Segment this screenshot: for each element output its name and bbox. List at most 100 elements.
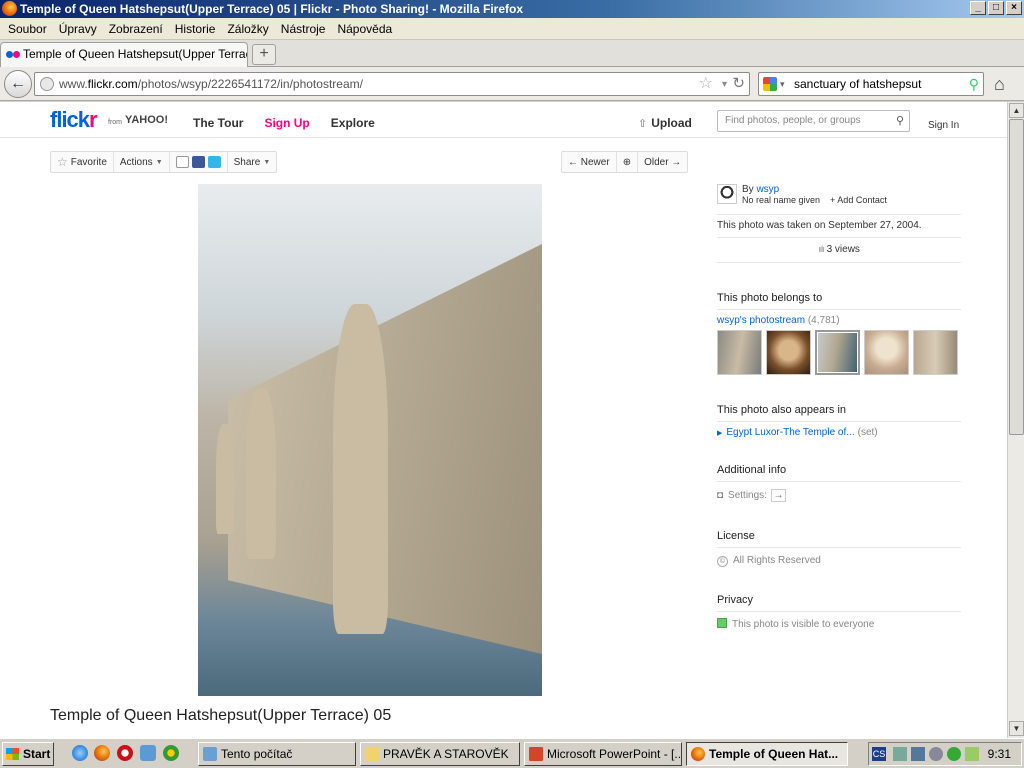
photostream-link[interactable]: wsyp's photostream [717,315,805,326]
owner-by: By wsyp [742,184,779,195]
firefox-quicklaunch-icon[interactable] [94,745,110,761]
avatar[interactable] [717,184,737,204]
url-path: /photos/wsyp/2226541172/in/photostream/ [137,77,363,91]
settings-label: Settings: [728,490,767,501]
divider [717,547,961,548]
tab-flickr-photo[interactable]: Temple of Queen Hatshepsut(Upper Terrace… [0,42,248,67]
reload-icon[interactable]: ↻ [732,74,745,94]
taskbar-my-computer[interactable]: Tento počítač [198,742,356,766]
url-domain: flickr.com [87,77,138,91]
minimize-button[interactable]: _ [970,1,986,15]
vertical-scrollbar[interactable]: ▲ ▼ [1007,102,1024,738]
arrow-right-icon[interactable]: → [770,489,786,502]
scrollbar-thumb[interactable] [1009,119,1024,435]
network-icon[interactable] [893,747,907,761]
photo-title: Temple of Queen Hatshepsut(Upper Terrace… [50,707,392,724]
nav-sign-up[interactable]: Sign Up [264,116,309,130]
photostream-thumbnails [717,330,958,375]
owner-sub: No real name given + Add Contact [742,195,887,205]
system-tray: CS 9:31 [868,742,1022,766]
zoom-icon[interactable]: ⊕ [617,152,639,172]
menu-help[interactable]: Nápověda [331,22,398,36]
flickr-logo[interactable]: flickr from YAHOO! [50,107,168,133]
set-link[interactable]: Egypt Luxor-The Temple of... [726,427,854,438]
window-title-bar: Temple of Queen Hatshepsut(Upper Terrace… [0,0,1024,18]
search-icon[interactable]: ⚲ [969,74,979,94]
flickr-search-input[interactable]: Find photos, people, or groups ⚲ [717,110,910,132]
sign-in-link[interactable]: Sign In [928,120,959,131]
camera-icon: ◘ [717,490,724,501]
url-bar[interactable]: www.flickr.com/photos/wsyp/2226541172/in… [34,72,750,96]
email-icon[interactable] [175,156,189,168]
tab-label: Temple of Queen Hatshepsut(Upper Terrace… [23,47,248,61]
scroll-up-icon[interactable]: ▲ [1009,103,1024,118]
volume-icon[interactable] [929,747,943,761]
ie-icon[interactable] [72,745,88,761]
menu-file[interactable]: Soubor [2,22,53,36]
favorite-button[interactable]: ☆ Favorite [51,152,114,172]
add-contact-link[interactable]: + Add Contact [830,195,887,205]
tray-app-icon[interactable] [911,747,925,761]
thumbnail[interactable] [864,330,909,375]
menu-view[interactable]: Zobrazení [103,22,169,36]
bookmark-star-icon[interactable]: ☆ [699,74,713,94]
taskbar-powerpoint[interactable]: Microsoft PowerPoint - [... [524,742,682,766]
window-controls: _ □ × [970,1,1022,15]
menu-tools[interactable]: Nástroje [275,22,332,36]
thumbnail[interactable] [717,330,762,375]
menu-bookmarks[interactable]: Záložky [221,22,274,36]
taskbar-firefox[interactable]: Temple of Queen Hat... [686,742,848,766]
thumbnail[interactable] [766,330,811,375]
media-player-icon[interactable] [163,745,179,761]
thumbnail[interactable] [913,330,958,375]
battery-icon[interactable] [965,747,979,761]
share-button[interactable]: Share ▼ [228,152,277,172]
newer-button[interactable]: ← Newer [562,152,617,172]
maximize-button[interactable]: □ [988,1,1004,15]
nav-the-tour[interactable]: The Tour [193,116,243,130]
set-label: (set) [857,427,878,438]
taskbar-label: Temple of Queen Hat... [709,747,839,761]
back-button[interactable]: ← [4,70,32,98]
app-icon[interactable] [140,745,156,761]
older-button[interactable]: Older → [638,152,687,172]
scroll-down-icon[interactable]: ▼ [1009,721,1024,736]
upload-label: Upload [651,116,692,130]
start-button[interactable]: Start [2,742,54,766]
flickr-favicon-icon [6,51,20,58]
public-square-icon [717,618,727,628]
language-icon[interactable]: CS [872,747,886,761]
home-icon[interactable]: ⌂ [994,74,1005,94]
flickr-search-icon[interactable]: ⚲ [896,111,904,131]
actions-button[interactable]: Actions ▼ [114,152,170,172]
clock[interactable]: 9:31 [988,743,1011,765]
photo-statue [333,304,388,634]
page-content: flickr from YAHOO! The Tour Sign Up Expl… [0,102,1007,738]
menu-edit[interactable]: Úpravy [53,22,103,36]
status-icon[interactable] [947,747,961,761]
taskbar-folder[interactable]: PRAVĚK A STAROVĚK [360,742,520,766]
search-input[interactable]: sanctuary of hatshepsut [794,73,921,95]
close-button[interactable]: × [1006,1,1022,15]
url-dropdown-icon[interactable]: ▾ [722,75,727,95]
browser-search-bar[interactable]: ▾ sanctuary of hatshepsut ⚲ [758,72,984,96]
google-icon[interactable] [763,77,777,91]
menu-history[interactable]: Historie [169,22,222,36]
owner-link[interactable]: wsyp [756,184,779,195]
expand-triangle-icon[interactable]: ▶ [717,430,722,437]
star-icon: ☆ [57,155,68,169]
search-engine-dropdown-icon[interactable]: ▾ [780,73,785,95]
thumbnail-selected[interactable] [815,330,860,375]
main-photo[interactable] [198,184,542,696]
firefox-icon [2,1,17,16]
upload-link[interactable]: ⇧ Upload [638,116,692,130]
windows-taskbar: Start Tento počítač PRAVĚK A STAROVĚK Mi… [0,738,1024,768]
facebook-icon[interactable] [191,156,205,168]
new-tab-button[interactable]: + [252,44,276,65]
set-row: ▶ Egypt Luxor-The Temple of... (set) [717,427,961,438]
url-text: www.flickr.com/photos/wsyp/2226541172/in… [59,73,363,95]
opera-icon[interactable] [117,745,133,761]
nav-explore[interactable]: Explore [331,116,375,130]
views-label: 3 views [826,244,860,255]
twitter-icon[interactable] [207,156,221,168]
